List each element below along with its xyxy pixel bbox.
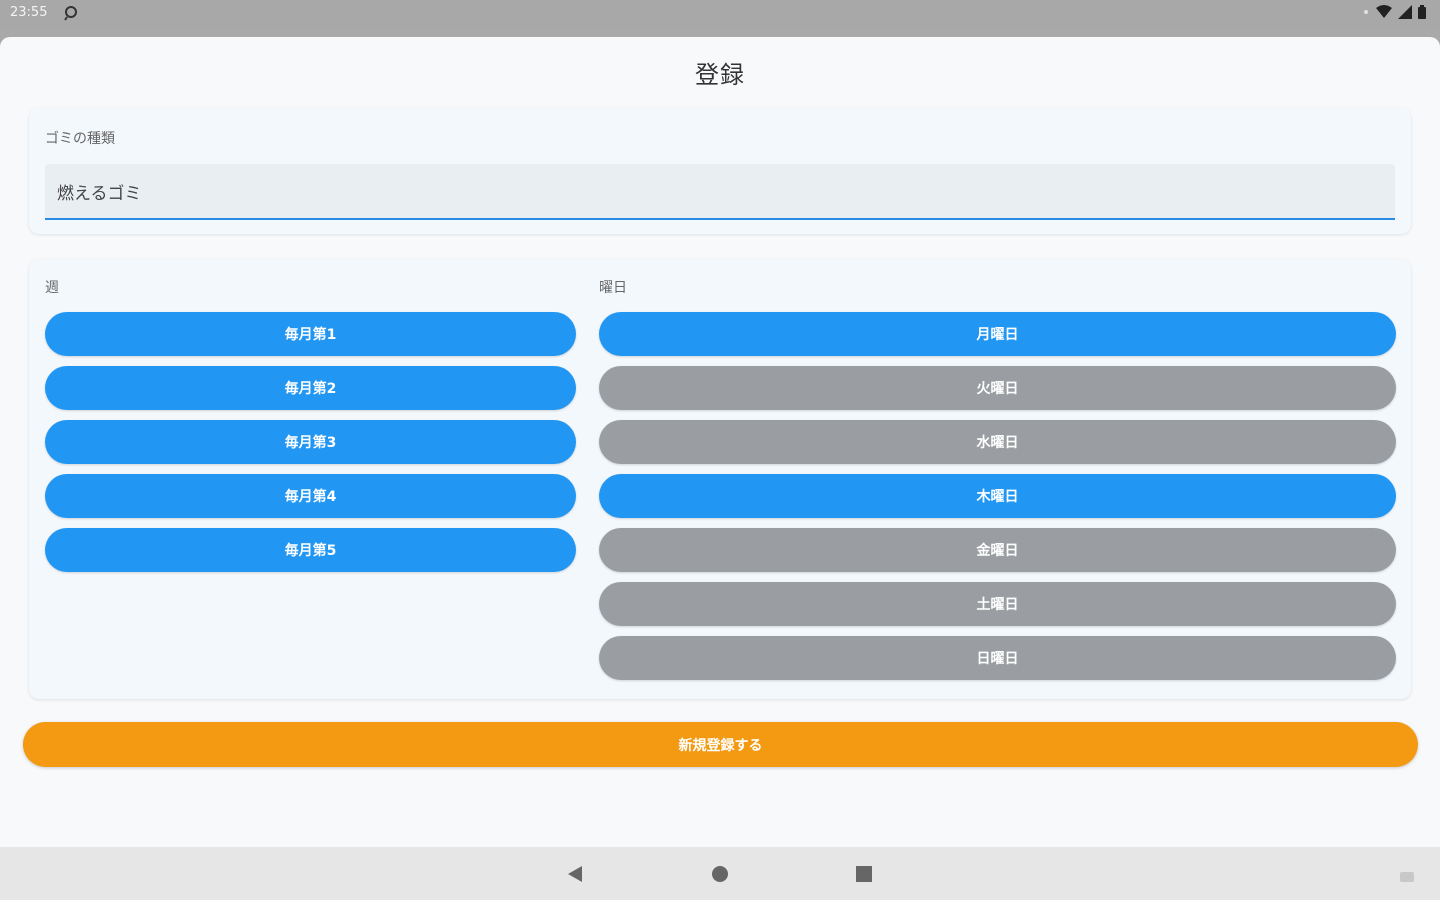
register-button[interactable]: 新規登録する — [23, 722, 1418, 767]
week-option-1[interactable]: 毎月第1 — [45, 312, 576, 356]
weekday-option-thursday[interactable]: 木曜日 — [599, 474, 1396, 518]
notification-dot-icon — [1362, 8, 1370, 16]
week-option-3[interactable]: 毎月第3 — [45, 420, 576, 464]
weekday-option-saturday[interactable]: 土曜日 — [599, 582, 1396, 626]
weekday-option-wednesday[interactable]: 水曜日 — [599, 420, 1396, 464]
home-icon[interactable] — [707, 861, 733, 887]
weekday-label: 曜日 — [599, 280, 627, 296]
garbage-type-label: ゴミの種類 — [45, 131, 115, 147]
battery-icon — [1418, 5, 1426, 19]
recents-icon[interactable] — [851, 861, 877, 887]
week-option-5[interactable]: 毎月第5 — [45, 528, 576, 572]
garbage-type-field[interactable] — [45, 164, 1395, 220]
weekday-option-sunday[interactable]: 日曜日 — [599, 636, 1396, 680]
back-icon[interactable] — [562, 861, 588, 887]
garbage-type-card: ゴミの種類 — [29, 108, 1411, 234]
keyboard-icon[interactable] — [1400, 867, 1414, 882]
weekday-option-friday[interactable]: 金曜日 — [599, 528, 1396, 572]
wifi-icon — [1376, 5, 1392, 19]
week-option-2[interactable]: 毎月第2 — [45, 366, 576, 410]
app-screen: 登録 ゴミの種類 週 曜日 毎月第1 毎月第2 毎月第3 毎月第4 毎月第5 月… — [0, 37, 1440, 847]
garbage-type-input[interactable] — [45, 164, 1395, 218]
signal-icon — [1398, 5, 1412, 19]
sync-icon — [62, 4, 80, 22]
status-time: 23:55 — [10, 5, 48, 20]
navigation-bar — [0, 847, 1440, 900]
status-icons — [1362, 5, 1426, 19]
week-option-4[interactable]: 毎月第4 — [45, 474, 576, 518]
weekday-option-tuesday[interactable]: 火曜日 — [599, 366, 1396, 410]
weekday-option-monday[interactable]: 月曜日 — [599, 312, 1396, 356]
status-bar: 23:55 — [0, 0, 1440, 28]
week-label: 週 — [45, 280, 59, 296]
page-title: 登録 — [695, 61, 745, 89]
schedule-card: 週 曜日 毎月第1 毎月第2 毎月第3 毎月第4 毎月第5 月曜日 火曜日 水曜… — [29, 259, 1411, 699]
